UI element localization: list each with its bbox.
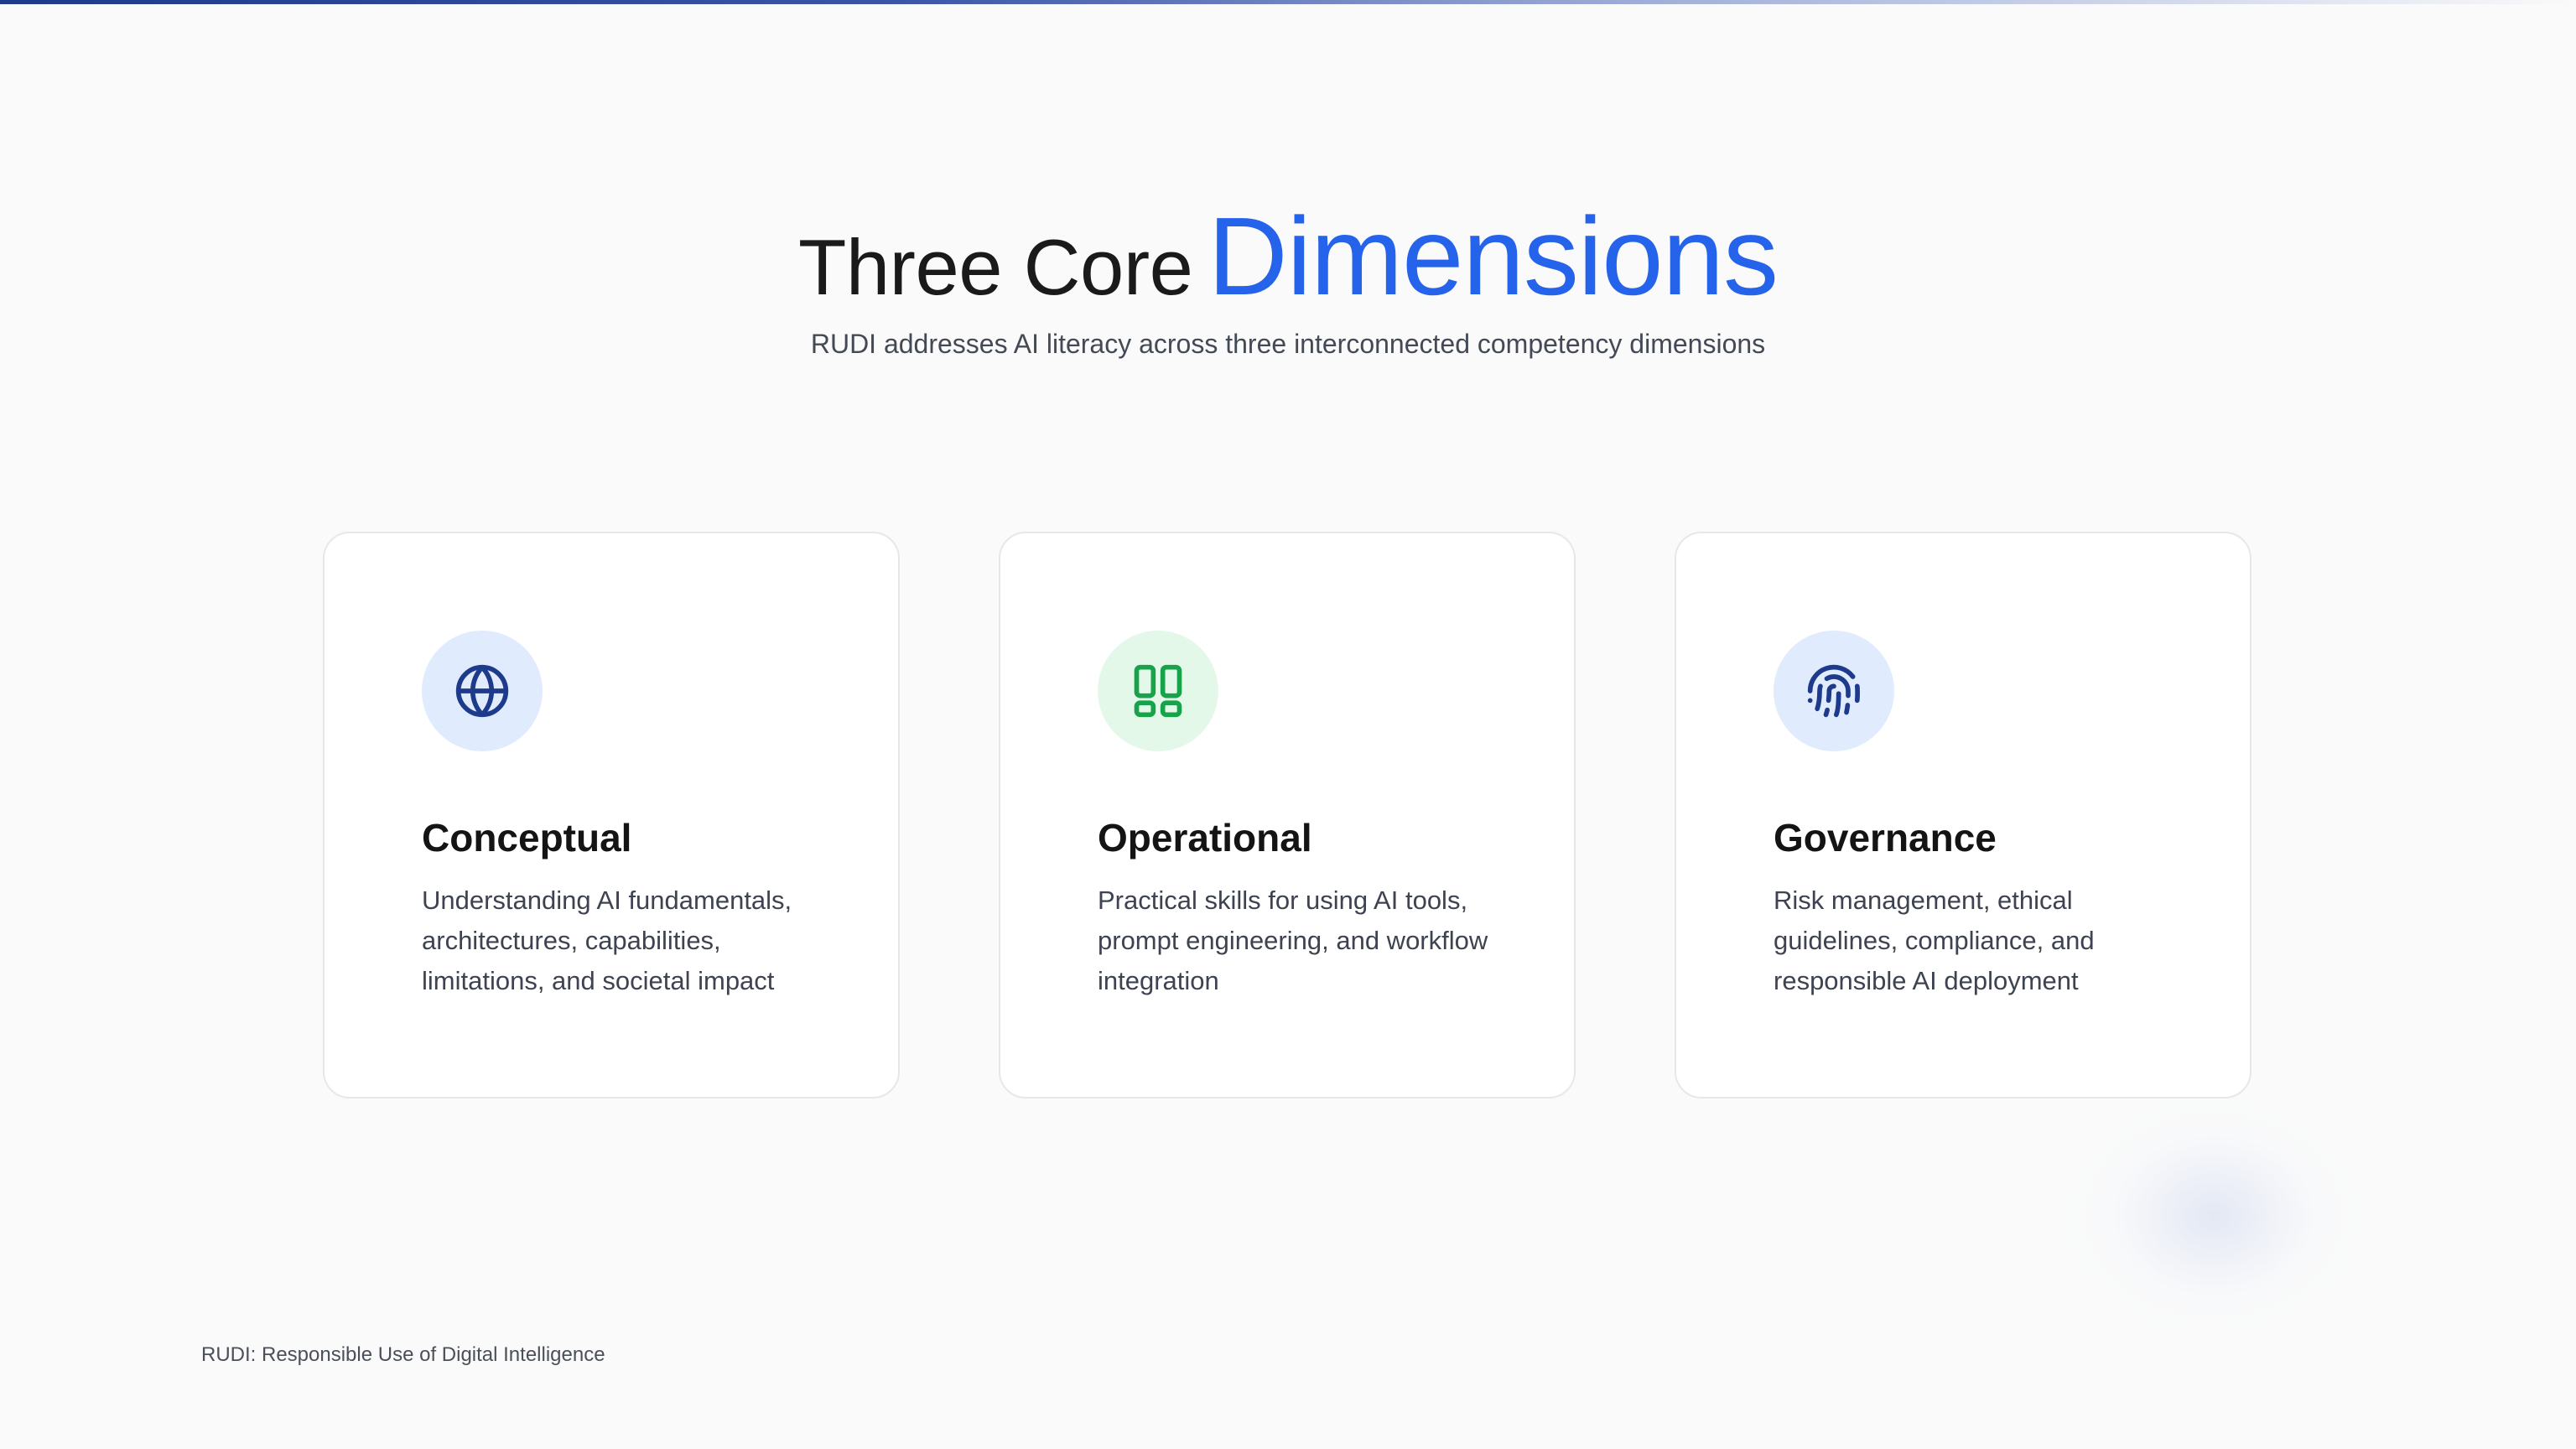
page-title-accent: Dimensions: [1208, 195, 1779, 318]
card-description: Practical skills for using AI tools, pro…: [1098, 886, 1488, 995]
card-title: Conceptual: [422, 816, 632, 860]
card-icon-badge: [1774, 631, 1894, 751]
card-governance: Governance Risk management, ethical guid…: [1675, 532, 2251, 1098]
card-icon-badge: [422, 631, 543, 751]
card-description: Understanding AI fundamentals, architect…: [422, 886, 792, 995]
background-glow: [2046, 1082, 2381, 1350]
top-accent-bar: [0, 0, 2576, 4]
card-operational: Operational Practical skills for using A…: [999, 532, 1576, 1098]
fingerprint-icon: [1807, 664, 1860, 718]
card-conceptual: Conceptual Understanding AI fundamentals…: [323, 532, 900, 1098]
card-description: Risk management, ethical guidelines, com…: [1774, 886, 2095, 995]
page-title-lead: Three Core: [797, 223, 1193, 311]
footer-note: RUDI: Responsible Use of Digital Intelli…: [201, 1343, 605, 1366]
card-title: Governance: [1774, 816, 1997, 860]
card-title: Operational: [1098, 816, 1312, 860]
grid-icon: [1134, 664, 1182, 718]
page-subtitle: RUDI addresses AI literacy across three …: [810, 329, 1766, 359]
globe-icon: [455, 664, 509, 718]
page-title: Three Core Dimensions: [0, 193, 2576, 319]
card-icon-badge: [1098, 631, 1218, 751]
